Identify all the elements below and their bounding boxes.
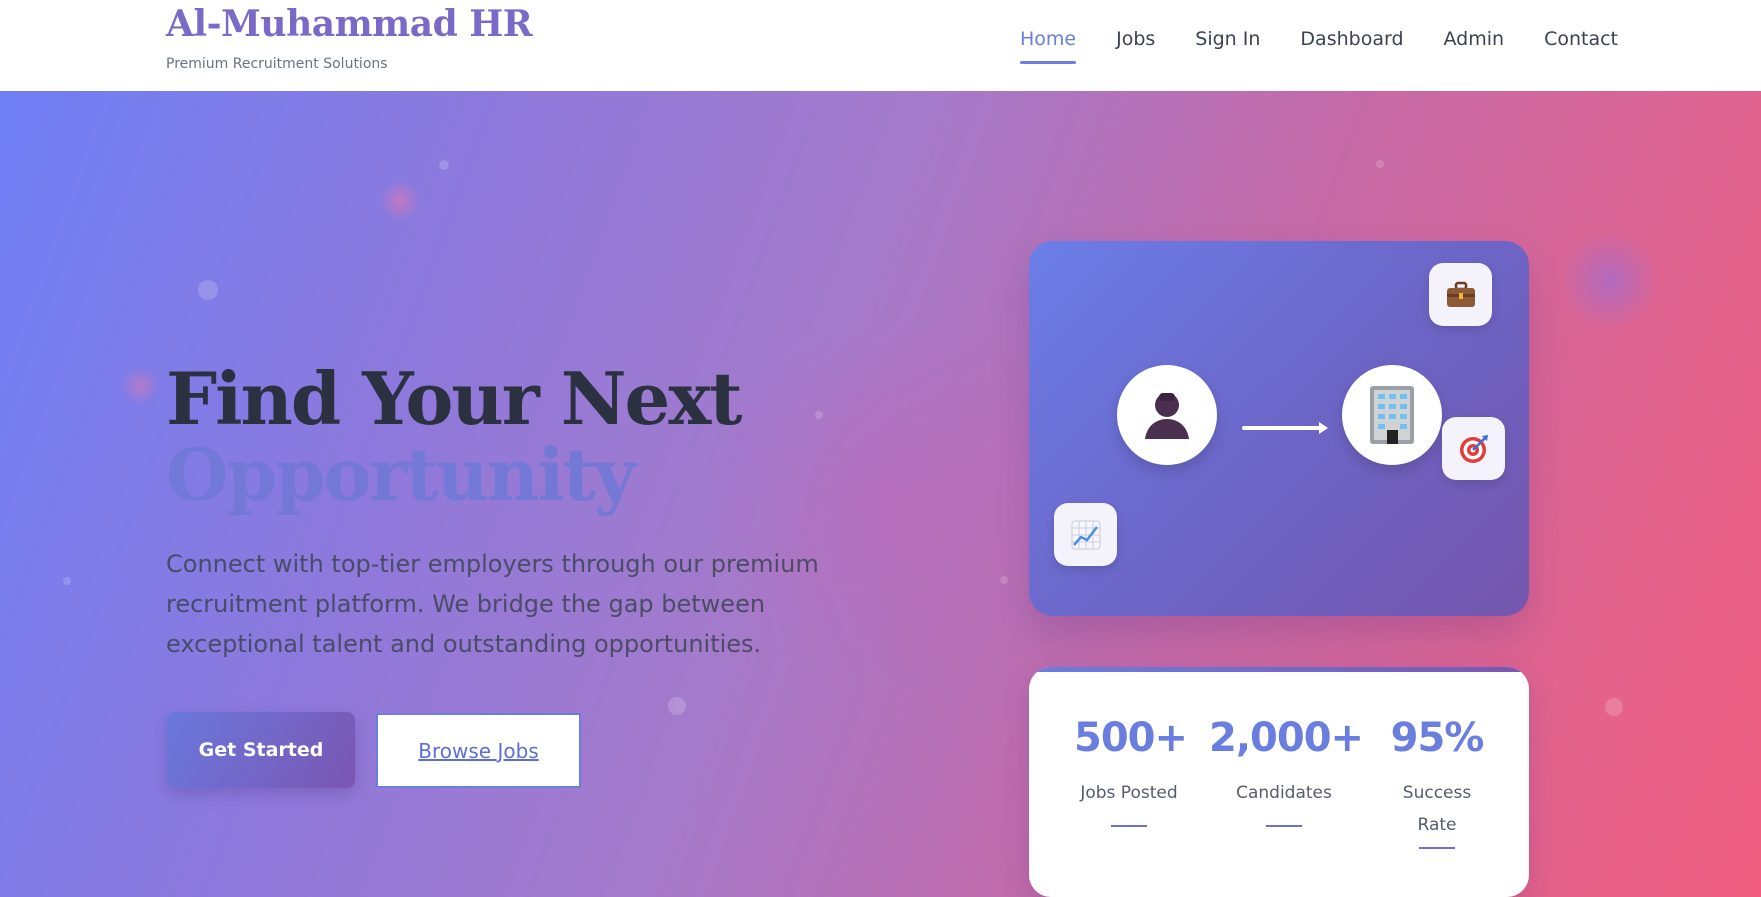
- briefcase-icon: [1446, 281, 1475, 307]
- briefcase-chip: [1429, 263, 1492, 326]
- chart-chip: [1054, 503, 1117, 566]
- candidate-circle: [1117, 365, 1217, 465]
- hero-dot: [439, 160, 449, 170]
- nav-item-jobs[interactable]: Jobs: [1116, 28, 1155, 64]
- hero-dot: [1605, 698, 1623, 716]
- person-icon: [1145, 393, 1189, 439]
- target-icon: [1459, 434, 1488, 463]
- stat-success-rate: 95% Success Rate: [1389, 715, 1485, 849]
- nav-item-contact[interactable]: Contact: [1544, 28, 1618, 64]
- target-chip: [1442, 417, 1505, 480]
- hero-headline: Find Your Next Opportunity: [166, 356, 743, 517]
- hero-glow: [380, 181, 420, 221]
- stat-underline: [1266, 825, 1302, 827]
- hero-illustration: [1029, 241, 1529, 616]
- brand-name[interactable]: Al-Muhammad HR: [166, 2, 533, 46]
- hero-glow: [120, 366, 160, 406]
- hero-section: Find Your Next Opportunity Connect with …: [0, 91, 1761, 897]
- main-nav: Home Jobs Sign In Dashboard Admin Contac…: [1019, 28, 1618, 64]
- company-circle: [1342, 365, 1442, 465]
- nav-item-dashboard[interactable]: Dashboard: [1300, 28, 1403, 64]
- hero-description: Connect with top-tier employers through …: [166, 550, 819, 658]
- stat-value: 500+: [1074, 715, 1188, 761]
- hero-dot: [63, 577, 71, 585]
- arrow-icon: [1242, 422, 1328, 434]
- stat-value: 2,000+: [1209, 715, 1364, 761]
- stat-label: Success Rate: [1402, 783, 1472, 835]
- hero-dot: [668, 697, 686, 715]
- hero-dot: [815, 411, 823, 419]
- nav-item-home[interactable]: Home: [1019, 28, 1077, 64]
- stat-candidates: 2,000+ Candidates: [1209, 715, 1364, 827]
- headline-line-1: Find Your Next: [166, 356, 743, 441]
- hero-glow: [1560, 231, 1660, 331]
- stat-label: Jobs Posted: [1080, 783, 1178, 803]
- chart-icon: [1071, 520, 1100, 549]
- nav-item-sign-in[interactable]: Sign In: [1195, 28, 1260, 64]
- stat-value: 95%: [1390, 715, 1485, 761]
- brand-tagline: Premium Recruitment Solutions: [166, 56, 388, 72]
- stats-card: 500+ Jobs Posted 2,000+ Candidates 95% S…: [1029, 667, 1529, 897]
- stat-underline: [1111, 825, 1147, 827]
- stat-label: Candidates: [1236, 783, 1332, 803]
- office-building-icon: [1370, 386, 1414, 444]
- stat-underline: [1419, 847, 1455, 849]
- site-header: Al-Muhammad HR Premium Recruitment Solut…: [0, 0, 1761, 91]
- hero-dot: [1000, 576, 1008, 584]
- get-started-button[interactable]: Get Started: [167, 712, 355, 788]
- nav-item-admin[interactable]: Admin: [1444, 28, 1505, 64]
- browse-jobs-button[interactable]: Browse Jobs: [376, 713, 581, 788]
- hero-dot: [1376, 160, 1384, 168]
- headline-line-2: Opportunity: [166, 432, 636, 517]
- stat-jobs-posted: 500+ Jobs Posted: [1074, 715, 1188, 827]
- brand[interactable]: Al-Muhammad HR Premium Recruitment Solut…: [166, 2, 533, 72]
- hero-dot: [198, 280, 218, 300]
